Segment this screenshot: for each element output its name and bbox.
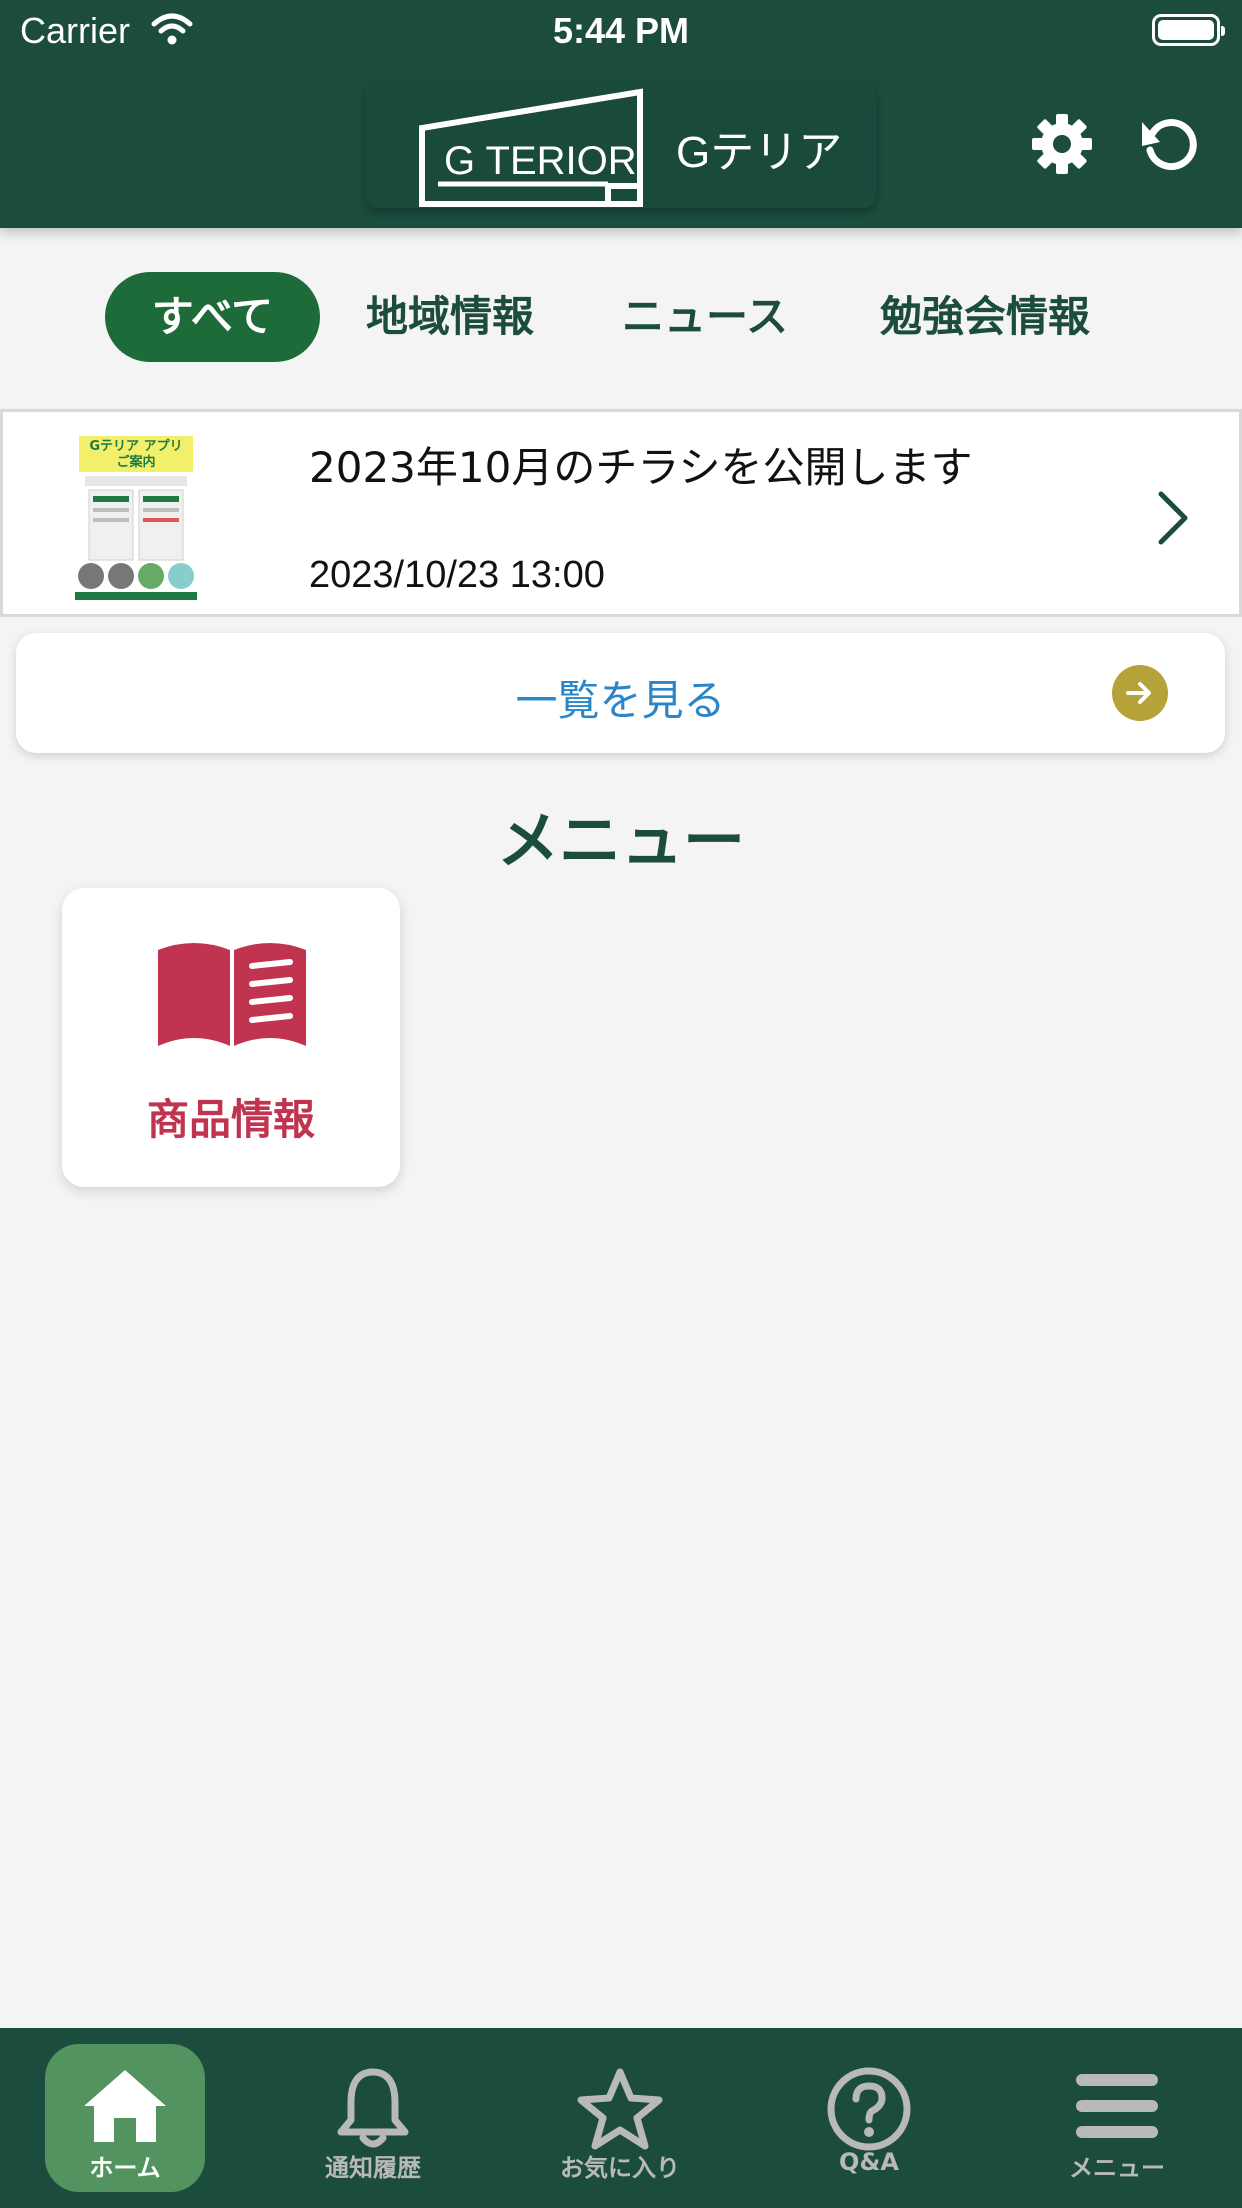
news-item[interactable]: Gテリア アプリ ご案内 2023年10月のチラシを公開します 2023/10/… bbox=[0, 409, 1242, 617]
home-icon bbox=[84, 2070, 166, 2142]
hamburger-icon bbox=[1076, 2074, 1158, 2138]
flyer-image: Gテリア アプリ ご案内 bbox=[75, 432, 197, 600]
app-name: Gテリア bbox=[676, 128, 843, 177]
tabbar-home[interactable]: ホーム bbox=[45, 2044, 205, 2192]
see-list-button[interactable]: 一覧を見る bbox=[16, 633, 1225, 753]
gterior-logo: G TERIOR bbox=[419, 88, 643, 207]
reload-icon[interactable] bbox=[1138, 112, 1202, 176]
tab-local-info[interactable]: 地域情報 bbox=[345, 272, 555, 362]
star-icon bbox=[577, 2068, 663, 2150]
gear-icon[interactable] bbox=[1030, 112, 1094, 176]
bottom-tab-bar: ホーム 通知履歴 お気に入り Q&A メニュー bbox=[0, 2028, 1242, 2208]
news-date: 2023/10/23 13:00 bbox=[309, 554, 605, 596]
status-time: 5:44 PM bbox=[552, 10, 690, 51]
news-thumbnail: Gテリア アプリ ご案内 bbox=[75, 432, 197, 600]
svg-text:ご案内: ご案内 bbox=[116, 454, 155, 470]
news-title: 2023年10月のチラシを公開します bbox=[309, 443, 973, 492]
chevron-right-icon bbox=[1158, 491, 1188, 545]
tabbar-label: Q&A bbox=[839, 2148, 899, 2176]
bell-icon bbox=[337, 2068, 409, 2148]
tabbar-qa[interactable]: Q&A bbox=[789, 2044, 949, 2192]
tabbar-label: ホーム bbox=[89, 2154, 161, 2182]
menu-item-product-info[interactable]: 商品情報 bbox=[62, 888, 400, 1187]
tabbar-label: メニュー bbox=[1069, 2154, 1165, 2182]
tab-study-session[interactable]: 勉強会情報 bbox=[860, 272, 1110, 362]
tabbar-notifications[interactable]: 通知履歴 bbox=[293, 2044, 453, 2192]
tabbar-menu[interactable]: メニュー bbox=[1037, 2044, 1197, 2192]
svg-text:Gテリア アプリ: Gテリア アプリ bbox=[89, 439, 182, 454]
tabbar-label: 通知履歴 bbox=[325, 2154, 421, 2182]
question-icon bbox=[827, 2067, 911, 2151]
app-header: Carrier 5:44 PM G TERIOR Gテリア bbox=[0, 0, 1242, 228]
menu-item-label: 商品情報 bbox=[146, 1095, 315, 1144]
logo-text: G TERIOR bbox=[444, 139, 637, 183]
tab-all[interactable]: すべて bbox=[105, 272, 320, 362]
menu-heading: メニュー bbox=[496, 804, 745, 877]
tabbar-favorites[interactable]: お気に入り bbox=[540, 2044, 700, 2192]
tabbar-label: お気に入り bbox=[560, 2154, 680, 2182]
arrow-right-circle-icon bbox=[1112, 665, 1168, 721]
see-list-label: 一覧を見る bbox=[515, 676, 726, 725]
battery-icon bbox=[1152, 14, 1225, 46]
tab-news[interactable]: ニュース bbox=[605, 272, 805, 362]
brand-banner: G TERIOR Gテリア bbox=[366, 82, 876, 208]
book-icon bbox=[158, 943, 306, 1046]
